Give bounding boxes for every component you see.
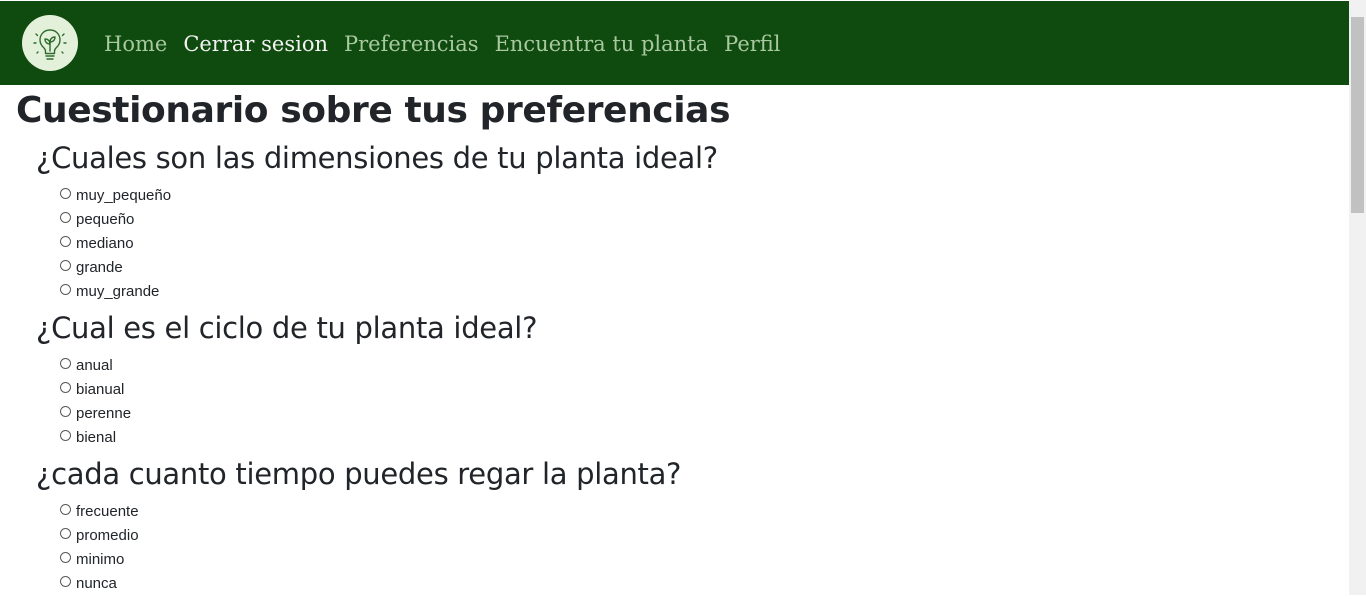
question-title: ¿Cuales son las dimensiones de tu planta… [36,141,718,175]
vertical-scrollbar[interactable] [1349,0,1366,595]
page-title: Cuestionario sobre tus preferencias [16,90,731,131]
option-perenne[interactable]: perenne [60,401,1336,425]
radio-button[interactable] [60,283,71,295]
option-bienal[interactable]: bienal [60,425,1336,449]
radio-button[interactable] [60,551,71,563]
option-grande[interactable]: grande [60,255,1336,279]
scrollbar-thumb[interactable] [1351,17,1364,213]
options-list: anual bianual perenne bienal [60,349,1336,453]
option-label: anual [76,356,113,374]
option-pequeno[interactable]: pequeño [60,207,1336,231]
option-label: promedio [76,526,139,544]
options-list: muy_pequeño pequeño mediano grande muy_g… [60,179,1336,307]
option-label: mediano [76,234,134,252]
option-label: nunca [76,574,117,592]
option-label: pequeño [76,210,135,228]
option-muy-grande[interactable]: muy_grande [60,279,1336,303]
option-label: frecuente [76,502,139,520]
radio-button[interactable] [60,405,71,417]
nav-link-encuentra-tu-planta[interactable]: Encuentra tu planta [495,29,709,59]
option-label: muy_grande [76,282,160,300]
question-cycle: ¿Cual es el ciclo de tu planta ideal? an… [36,307,1336,453]
radio-button[interactable] [60,429,71,441]
radio-button[interactable] [60,187,71,199]
option-frecuente[interactable]: frecuente [60,499,1336,523]
option-bianual[interactable]: bianual [60,377,1336,401]
radio-button[interactable] [60,527,71,539]
option-nunca[interactable]: nunca [60,571,1336,595]
option-mediano[interactable]: mediano [60,231,1336,255]
question-title: ¿cada cuanto tiempo puedes regar la plan… [36,457,682,491]
radio-button[interactable] [60,357,71,369]
option-label: bienal [76,428,117,446]
questionnaire-form: Cuestionario sobre tus preferencias ¿Cua… [16,85,1336,599]
radio-button[interactable] [60,235,71,247]
question-title: ¿Cual es el ciclo de tu planta ideal? [36,311,538,345]
options-list: frecuente promedio minimo nunca [60,495,1336,599]
option-muy-pequeno[interactable]: muy_pequeño [60,183,1336,207]
top-navbar: Home Cerrar sesion Preferencias Encuentr… [0,1,1349,85]
nav-links: Home Cerrar sesion Preferencias Encuentr… [104,29,797,59]
radio-button[interactable] [60,259,71,271]
radio-button[interactable] [60,575,71,587]
question-dimensions: ¿Cuales son las dimensiones de tu planta… [36,137,1336,307]
option-label: bianual [76,380,125,398]
nav-link-cerrar-sesion[interactable]: Cerrar sesion [183,29,328,59]
option-promedio[interactable]: promedio [60,523,1336,547]
radio-button[interactable] [60,381,71,393]
option-label: minimo [76,550,125,568]
radio-button[interactable] [60,503,71,515]
option-anual[interactable]: anual [60,353,1336,377]
option-minimo[interactable]: minimo [60,547,1336,571]
nav-link-perfil[interactable]: Perfil [724,29,780,59]
option-label: grande [76,258,123,276]
plant-lightbulb-icon[interactable] [22,15,78,71]
nav-link-preferencias[interactable]: Preferencias [344,29,479,59]
option-label: muy_pequeño [76,186,172,204]
question-watering: ¿cada cuanto tiempo puedes regar la plan… [36,453,1336,599]
nav-link-home[interactable]: Home [104,29,167,59]
radio-button[interactable] [60,211,71,223]
option-label: perenne [76,404,132,422]
